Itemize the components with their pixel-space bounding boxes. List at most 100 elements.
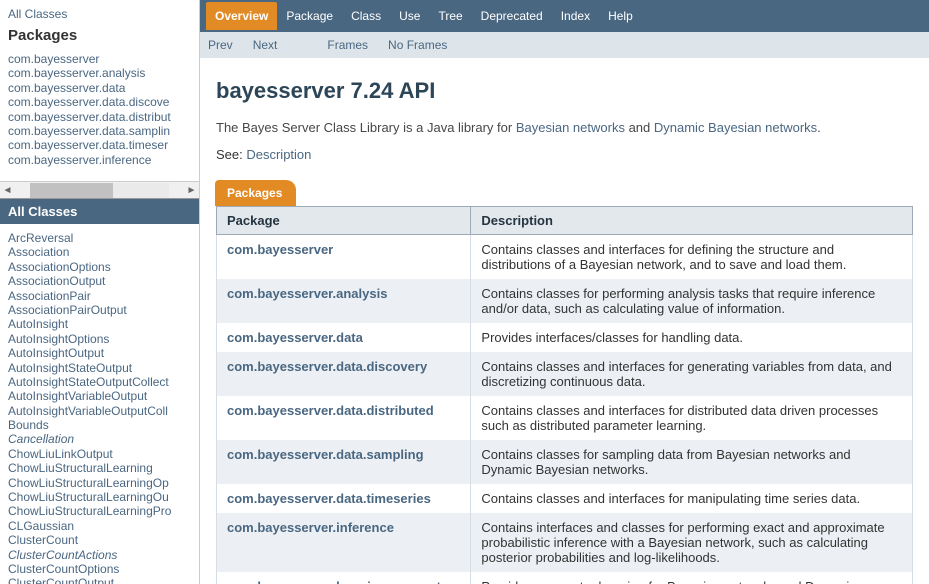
nav-next[interactable]: Next <box>253 38 278 52</box>
class-link[interactable]: Association <box>8 245 191 259</box>
package-list: com.bayesservercom.bayesserver.analysisc… <box>8 52 191 167</box>
class-link[interactable]: ChowLiuStructuralLearningOp <box>8 476 191 490</box>
table-row: com.bayesserver.data.sampling Contains cl… <box>217 440 913 484</box>
class-link[interactable]: AutoInsightOptions <box>8 332 191 346</box>
table-row: com.bayesserver.data Provides interfaces/… <box>217 323 913 352</box>
content-area: bayesserver 7.24 API The Bayes Server Cl… <box>200 58 929 584</box>
see-description-link[interactable]: Description <box>246 147 311 162</box>
intro-prefix: The Bayes Server Class Library is a Java… <box>216 120 516 135</box>
package-description: Provides parameter learning for Bayesian… <box>471 572 913 584</box>
class-link[interactable]: Bounds <box>8 418 191 432</box>
nav-class[interactable]: Class <box>342 2 390 30</box>
package-table-link[interactable]: com.bayesserver.data.sampling <box>227 447 424 462</box>
class-link[interactable]: ChowLiuLinkOutput <box>8 447 191 461</box>
col-description: Description <box>471 207 913 235</box>
intro-text: The Bayes Server Class Library is a Java… <box>216 120 913 135</box>
package-table-link[interactable]: com.bayesserver.analysis <box>227 286 387 301</box>
package-link[interactable]: com.bayesserver.data.distribut <box>8 110 191 124</box>
nav-frames[interactable]: Frames <box>327 38 368 52</box>
package-table-link[interactable]: com.bayesserver <box>227 242 333 257</box>
package-link[interactable]: com.bayesserver.data.timeser <box>8 138 191 152</box>
nav-use[interactable]: Use <box>390 2 429 30</box>
table-row: com.bayesserver.learning.parameters Provi… <box>217 572 913 584</box>
package-description: Contains classes and interfaces for dist… <box>471 396 913 440</box>
package-link[interactable]: com.bayesserver.inference <box>8 153 191 167</box>
intro-suffix: . <box>817 120 821 135</box>
class-link[interactable]: AssociationPairOutput <box>8 303 191 317</box>
class-link[interactable]: ClusterCountActions <box>8 548 191 562</box>
packages-heading: Packages <box>8 27 191 44</box>
class-link[interactable]: AutoInsightVariableOutput <box>8 389 191 403</box>
class-link[interactable]: Cancellation <box>8 432 191 446</box>
see-line: See: Description <box>216 147 913 162</box>
package-table-link[interactable]: com.bayesserver.data.timeseries <box>227 491 431 506</box>
class-link[interactable]: AutoInsightVariableOutputColl <box>8 404 191 418</box>
all-classes-link[interactable]: All Classes <box>8 7 191 21</box>
nav-tree[interactable]: Tree <box>429 2 471 30</box>
class-link[interactable]: AutoInsightStateOutputCollect <box>8 375 191 389</box>
page-title: bayesserver 7.24 API <box>216 78 913 104</box>
class-link[interactable]: ChowLiuStructuralLearning <box>8 461 191 475</box>
left-column: All Classes Packages com.bayesservercom.… <box>0 0 200 584</box>
package-table-link[interactable]: com.bayesserver.data.discovery <box>227 359 427 374</box>
nav-overview[interactable]: Overview <box>206 2 277 30</box>
packages-table: Package Description com.bayesserver Conta… <box>216 206 913 584</box>
scrollbar-thumb[interactable] <box>30 183 113 198</box>
class-link[interactable]: AssociationPair <box>8 289 191 303</box>
class-list: ArcReversalAssociationAssociationOptions… <box>8 231 191 584</box>
nav-prev[interactable]: Prev <box>208 38 233 52</box>
table-row: com.bayesserver Contains classes and inte… <box>217 235 913 280</box>
package-link[interactable]: com.bayesserver.data.samplin <box>8 124 191 138</box>
table-row: com.bayesserver.data.distributed Contains… <box>217 396 913 440</box>
package-table-link[interactable]: com.bayesserver.data.distributed <box>227 403 434 418</box>
link-dynamic-bayesian-networks[interactable]: Dynamic Bayesian networks <box>654 120 817 135</box>
class-link[interactable]: ChowLiuStructuralLearningOu <box>8 490 191 504</box>
scroll-right-icon[interactable]: ► <box>184 183 199 198</box>
package-description: Contains classes for performing analysis… <box>471 279 913 323</box>
nav-package[interactable]: Package <box>277 2 342 30</box>
nav-help[interactable]: Help <box>599 2 642 30</box>
packages-frame: All Classes Packages com.bayesservercom.… <box>0 0 199 199</box>
class-link[interactable]: AutoInsightOutput <box>8 346 191 360</box>
class-link[interactable]: ClusterCountOptions <box>8 562 191 576</box>
class-link[interactable]: AssociationOptions <box>8 260 191 274</box>
class-link[interactable]: CLGaussian <box>8 519 191 533</box>
package-description: Contains classes and interfaces for defi… <box>471 235 913 280</box>
nav-deprecated[interactable]: Deprecated <box>472 2 552 30</box>
top-nav: OverviewPackageClassUseTreeDeprecatedInd… <box>200 0 929 32</box>
class-link[interactable]: ArcReversal <box>8 231 191 245</box>
class-link[interactable]: ClusterCountOutput <box>8 576 191 584</box>
table-row: com.bayesserver.analysis Contains classes… <box>217 279 913 323</box>
all-classes-header: All Classes <box>0 199 199 224</box>
see-label: See: <box>216 147 246 162</box>
link-bayesian-networks[interactable]: Bayesian networks <box>516 120 625 135</box>
package-description: Provides interfaces/classes for handling… <box>471 323 913 352</box>
package-link[interactable]: com.bayesserver.data.discove <box>8 95 191 109</box>
intro-mid: and <box>625 120 654 135</box>
nav-no-frames[interactable]: No Frames <box>388 38 447 52</box>
package-description: Contains classes for sampling data from … <box>471 440 913 484</box>
packages-tab: Packages <box>215 180 296 206</box>
table-row: com.bayesserver.inference Contains interf… <box>217 513 913 572</box>
main-frame: OverviewPackageClassUseTreeDeprecatedInd… <box>200 0 929 584</box>
package-table-link[interactable]: com.bayesserver.inference <box>227 520 394 535</box>
package-table-link[interactable]: com.bayesserver.data <box>227 330 363 345</box>
package-link[interactable]: com.bayesserver.analysis <box>8 66 191 80</box>
class-link[interactable]: ClusterCount <box>8 533 191 547</box>
scroll-left-icon[interactable]: ◄ <box>0 183 15 198</box>
package-table-link[interactable]: com.bayesserver.learning.parameters <box>227 579 460 584</box>
table-row: com.bayesserver.data.discoveryContains c… <box>217 352 913 396</box>
class-link[interactable]: AssociationOutput <box>8 274 191 288</box>
class-link[interactable]: AutoInsightStateOutput <box>8 361 191 375</box>
class-link[interactable]: AutoInsight <box>8 317 191 331</box>
horizontal-scrollbar[interactable]: ◄ ► <box>0 181 199 198</box>
sub-nav: Prev Next Frames No Frames <box>200 32 929 58</box>
package-description: Contains interfaces and classes for perf… <box>471 513 913 572</box>
package-link[interactable]: com.bayesserver <box>8 52 191 66</box>
classes-frame: ArcReversalAssociationAssociationOptions… <box>0 224 199 584</box>
class-link[interactable]: ChowLiuStructuralLearningPro <box>8 504 191 518</box>
col-package: Package <box>217 207 471 235</box>
package-link[interactable]: com.bayesserver.data <box>8 81 191 95</box>
table-row: com.bayesserver.data.timeseriesContains … <box>217 484 913 513</box>
nav-index[interactable]: Index <box>552 2 599 30</box>
